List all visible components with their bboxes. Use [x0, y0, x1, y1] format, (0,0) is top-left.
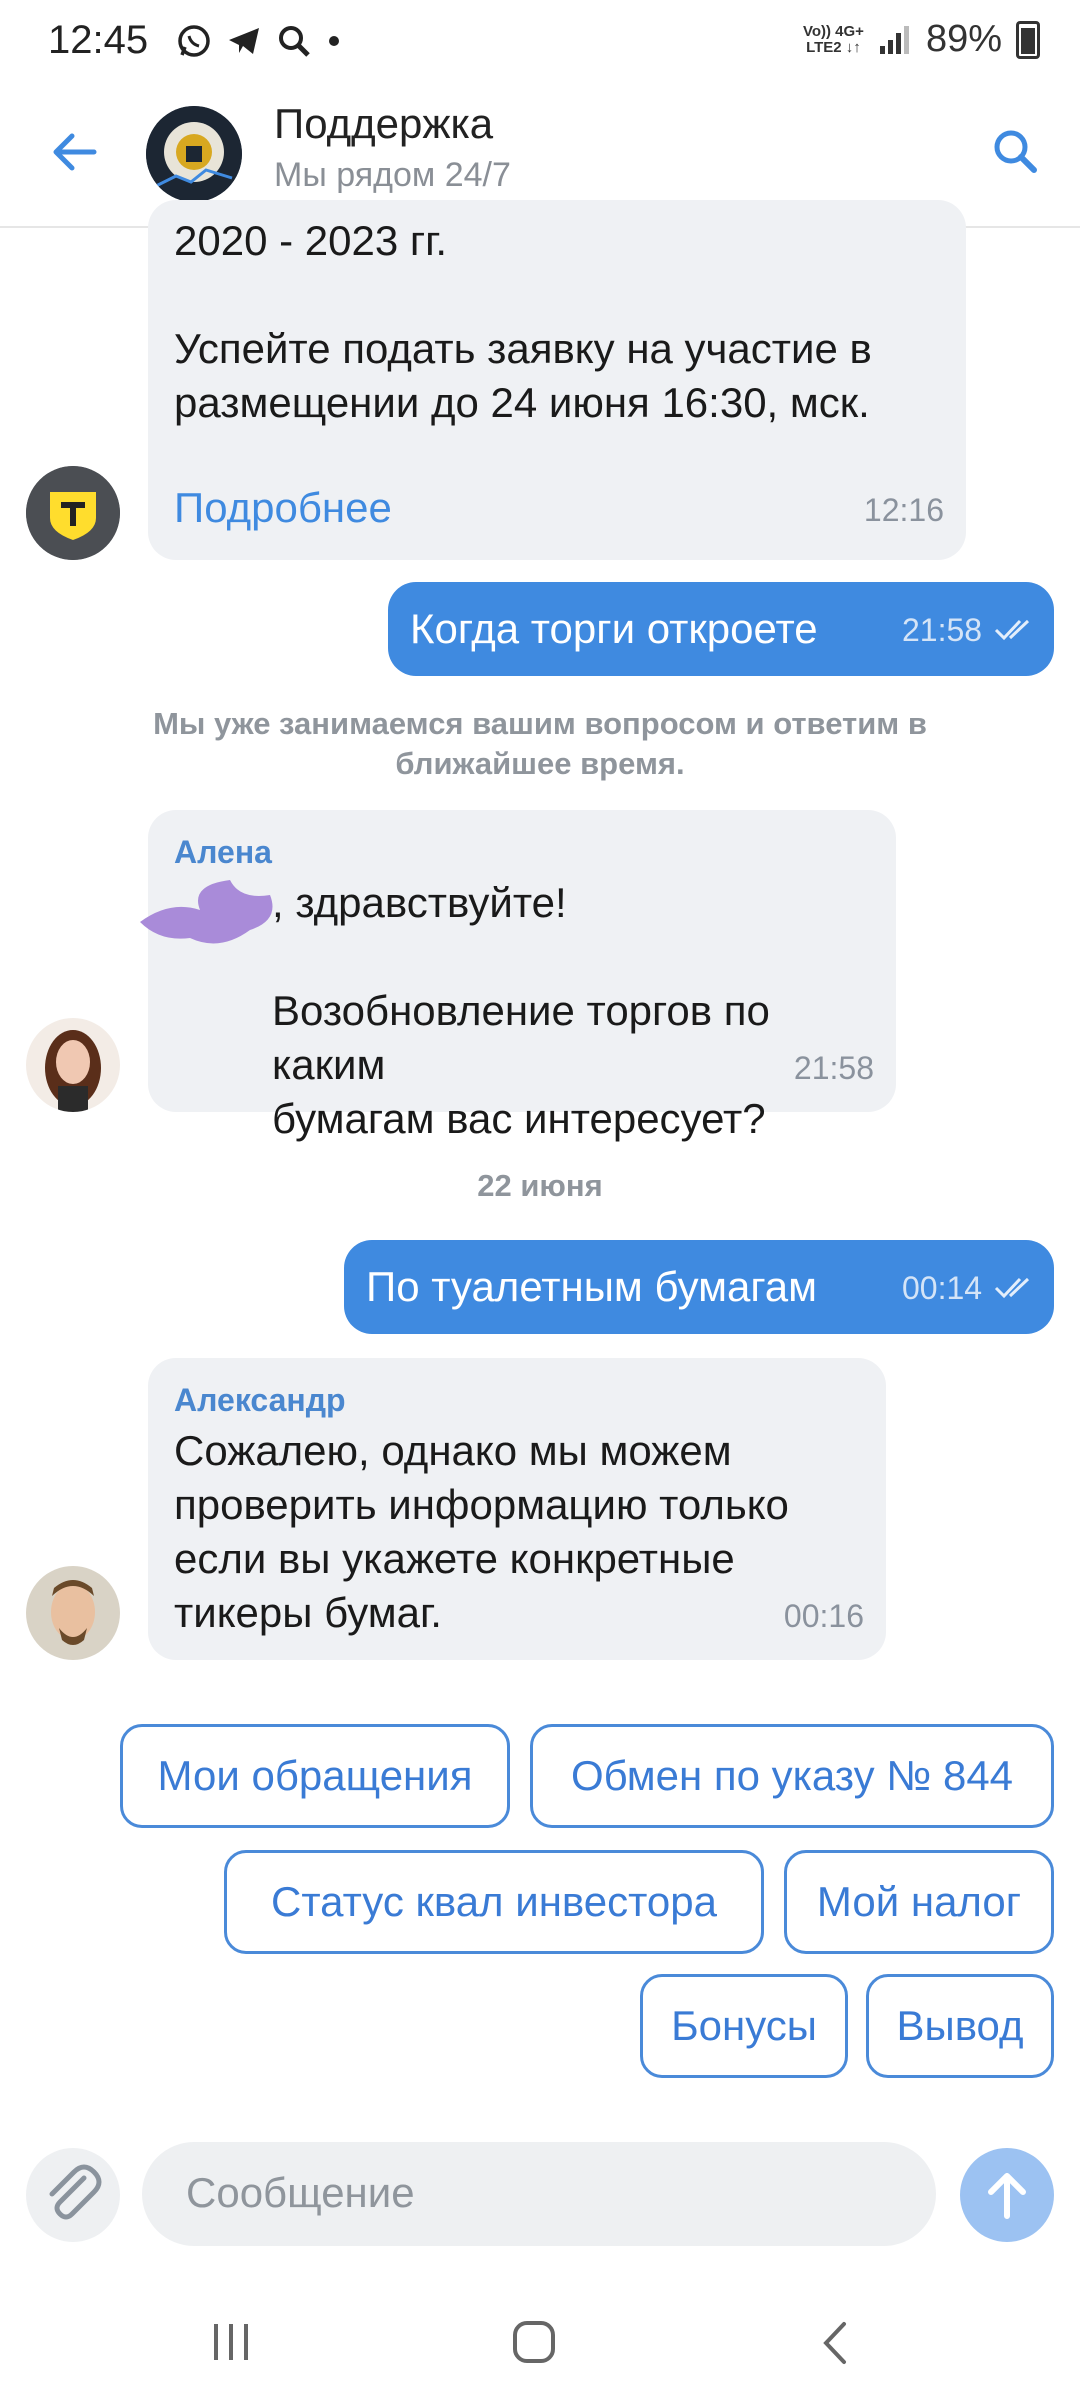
- date-divider: 22 июня: [477, 1168, 603, 1203]
- read-checkmarks-icon: [994, 619, 1030, 641]
- message-input-container[interactable]: [142, 2142, 936, 2246]
- message-time: 00:14: [902, 1270, 983, 1306]
- quick-reply-my-requests[interactable]: Мои обращения: [120, 1724, 510, 1828]
- message-incoming-alexander[interactable]: Александр Сожалею, однако мы можем прове…: [148, 1358, 886, 1660]
- redaction-scribble: [140, 880, 273, 944]
- message-time: 00:16: [783, 1598, 864, 1634]
- quick-reply-exchange-decree[interactable]: Обмен по указу № 844: [530, 1724, 1054, 1828]
- message-text: , здравствуйте! Возобновление торгов по …: [272, 879, 770, 1142]
- send-button[interactable]: [960, 2148, 1054, 2242]
- paperclip-icon: [49, 2164, 102, 2220]
- message-incoming-alena[interactable]: Алена , здравствуйте! Возобновление торг…: [148, 810, 896, 1142]
- message-input[interactable]: [184, 2168, 888, 2218]
- quick-reply-bonuses[interactable]: Бонусы: [640, 1974, 848, 2078]
- quick-reply-withdrawal[interactable]: Вывод: [866, 1974, 1054, 2078]
- message-text: По туалетным бумагам: [366, 1263, 817, 1310]
- bank-avatar[interactable]: [26, 466, 120, 560]
- arrow-up-icon: [988, 2173, 1026, 2219]
- attach-button[interactable]: [26, 2148, 120, 2242]
- message-time: 21:58: [793, 1050, 874, 1086]
- more-link[interactable]: Подробнее: [174, 484, 392, 532]
- message-time: 21:58: [902, 612, 983, 648]
- message-text: Когда торги откроете: [410, 605, 818, 652]
- system-nav-bar: [0, 2280, 1080, 2400]
- message-outgoing[interactable]: Когда торги откроете 21:58: [388, 582, 1054, 676]
- read-checkmarks-icon: [994, 1277, 1030, 1299]
- alena-avatar[interactable]: [26, 1018, 120, 1112]
- message-incoming-bank[interactable]: 2020 - 2023 гг. Успейте подать заявку на…: [148, 200, 966, 560]
- recent-apps-icon[interactable]: [206, 2320, 256, 2364]
- message-text: Сожалею, однако мы можем проверить инфор…: [174, 1427, 789, 1636]
- sender-name: Александр: [174, 1382, 346, 1418]
- quick-reply-qualified-investor[interactable]: Статус квал инвестора: [224, 1850, 764, 1954]
- alexander-avatar[interactable]: [26, 1566, 120, 1660]
- system-message: Мы уже занимаемся вашим вопросом и ответ…: [153, 706, 927, 781]
- message-outgoing[interactable]: По туалетным бумагам 00:14: [344, 1240, 1054, 1334]
- quick-reply-my-tax[interactable]: Мой налог: [784, 1850, 1054, 1954]
- message-text: 2020 - 2023 гг. Успейте подать заявку на…: [174, 217, 872, 426]
- message-time: 12:16: [863, 492, 944, 528]
- home-icon[interactable]: [510, 2318, 560, 2368]
- back-nav-icon[interactable]: [816, 2318, 856, 2368]
